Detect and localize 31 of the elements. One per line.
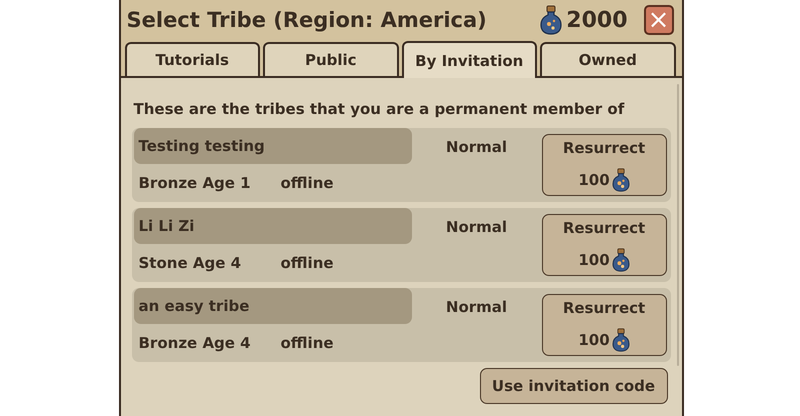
tribe-age: Bronze Age 4 xyxy=(138,334,252,352)
tribe-age: Stone Age 4 xyxy=(138,254,242,272)
scrollbar[interactable] xyxy=(676,84,678,366)
tab[interactable]: Tutorials xyxy=(124,42,260,76)
tribe-status: offline xyxy=(280,334,334,352)
tab[interactable]: Public xyxy=(263,42,398,76)
tribe-mode: Normal xyxy=(444,298,508,318)
window-title: Select Tribe (Region: America) xyxy=(126,8,488,32)
tribe-status: offline xyxy=(280,174,334,192)
potion-bottle-icon xyxy=(612,168,630,192)
tribe-age: Bronze Age 1 xyxy=(138,174,252,192)
currency-amount: 2000 xyxy=(566,8,628,32)
resurrect-button[interactable]: Resurrect 100 xyxy=(542,294,666,356)
tribe-name: Testing testing xyxy=(134,128,412,164)
intro-text: These are the tribes that you are a permanent member of xyxy=(134,100,626,118)
tribe-mode: Normal xyxy=(444,138,508,158)
tribe-row[interactable]: an easy tribe Bronze Age 4 offline Normal Resurrect 100 xyxy=(132,288,670,362)
tribe-row[interactable]: Li Li Zi Stone Age 4 offline Normal Resurrect 100 xyxy=(132,208,670,282)
potion-bottle-icon xyxy=(540,5,562,35)
tribe-name: an easy tribe xyxy=(134,288,412,324)
resurrect-button[interactable]: Resurrect 100 xyxy=(542,134,666,196)
potion-bottle-icon xyxy=(612,328,630,352)
tribe-status: offline xyxy=(280,254,334,272)
tribe-row[interactable]: Testing testing Bronze Age 1 offline Normal Resurrect 100 xyxy=(132,128,670,202)
tribe-name: Li Li Zi xyxy=(134,208,412,244)
tab[interactable]: By Invitation xyxy=(402,41,537,78)
tribe-mode: Normal xyxy=(444,218,508,238)
use-invitation-code-button[interactable]: Use invitation code xyxy=(480,368,668,404)
potion-bottle-icon xyxy=(612,248,630,272)
tab[interactable]: Owned xyxy=(540,42,676,76)
resurrect-button[interactable]: Resurrect 100 xyxy=(542,214,666,276)
